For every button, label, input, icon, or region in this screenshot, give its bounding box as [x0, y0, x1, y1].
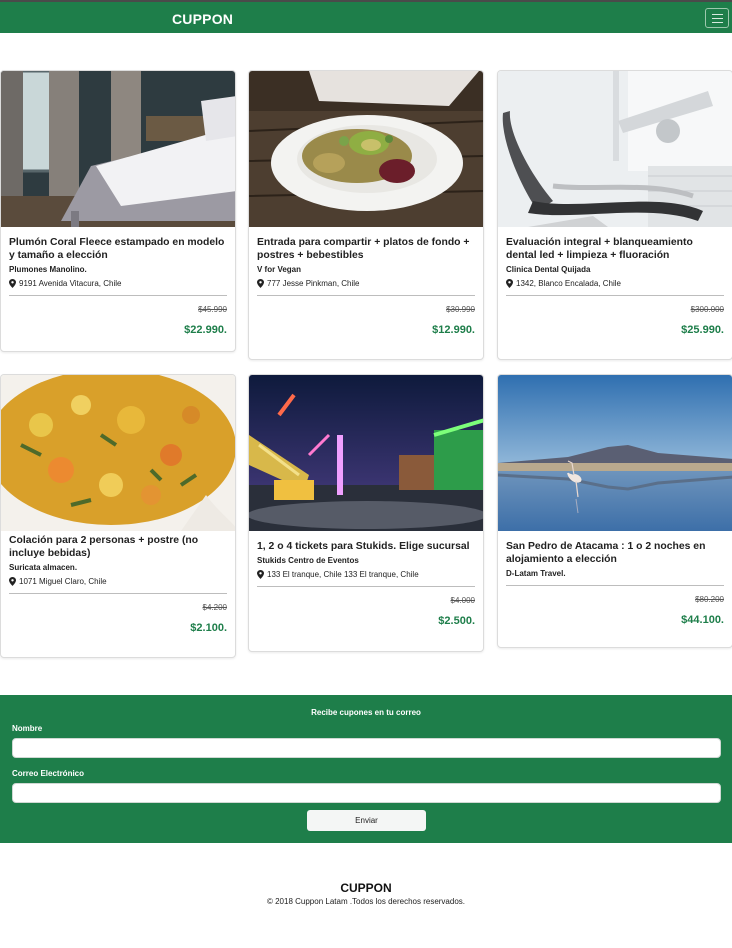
divider — [506, 295, 724, 296]
deal-price: $2.100. — [190, 622, 227, 634]
deal-title[interactable]: Plumón Coral Fleece estampado en modelo … — [9, 236, 227, 262]
address-text: 1342, Blanco Encalada, Chile — [516, 279, 621, 288]
newsletter-title: Recibe cupones en tu correo — [311, 708, 421, 717]
location-pin-icon — [257, 279, 264, 288]
hamburger-icon — [712, 14, 723, 15]
deal-address: 133 El tranque, Chile 133 El tranque, Ch… — [257, 570, 475, 579]
merchant-name: Clinica Dental Quijada — [506, 265, 591, 274]
divider — [257, 295, 475, 296]
original-price: $30.990 — [446, 305, 475, 314]
footer-copyright: © 2018 Cuppon Latam .Todos los derechos … — [266, 897, 465, 906]
fair-photo — [249, 375, 483, 531]
deal-card[interactable]: Evaluación integral + blanqueamiento den… — [497, 70, 732, 360]
deal-title[interactable]: Colación para 2 personas + postre (no in… — [9, 534, 227, 560]
dental-chair-photo — [498, 71, 732, 227]
email-label: Correo Electrónico — [12, 769, 85, 778]
deal-card[interactable]: Plumón Coral Fleece estampado en modelo … — [0, 70, 236, 352]
original-price: $45.990 — [198, 305, 227, 314]
address-text: 777 Jesse Pinkman, Chile — [267, 279, 360, 288]
merchant-name: D-Latam Travel. — [506, 569, 566, 578]
original-price: $4.200 — [202, 603, 227, 612]
deal-price: $22.990. — [184, 324, 227, 336]
deal-address: 1342, Blanco Encalada, Chile — [506, 279, 724, 288]
deal-title[interactable]: San Pedro de Atacama : 1 o 2 noches en a… — [506, 540, 724, 566]
deal-title[interactable]: 1, 2 o 4 tickets para Stukids. Elige suc… — [257, 540, 475, 553]
deal-price: $25.990. — [681, 324, 724, 336]
merchant-name: V for Vegan — [257, 265, 302, 274]
address-text: 9191 Avenida Vitacura, Chile — [19, 279, 122, 288]
stew-photo — [1, 375, 235, 531]
name-label: Nombre — [12, 724, 43, 733]
newsletter-section: Recibe cupones en tu correo Nombre Corre… — [0, 695, 732, 843]
address-text: 1071 Miguel Claro, Chile — [19, 577, 107, 586]
footer-brand: CUPPON — [340, 881, 392, 895]
merchant-name: Stukids Centro de Eventos — [257, 556, 359, 565]
deal-card[interactable]: Colación para 2 personas + postre (no in… — [0, 374, 236, 658]
bedroom-photo — [1, 71, 235, 227]
brand-logo[interactable]: CUPPON — [172, 11, 233, 27]
name-input[interactable] — [12, 738, 721, 758]
original-price: $300.000 — [690, 305, 724, 314]
location-pin-icon — [257, 570, 264, 579]
location-pin-icon — [506, 279, 513, 288]
merchant-name: Plumones Manolino. — [9, 265, 87, 274]
divider — [9, 593, 227, 594]
divider — [257, 586, 475, 587]
deal-address: 9191 Avenida Vitacura, Chile — [9, 279, 227, 288]
location-pin-icon — [9, 577, 16, 586]
top-navbar: CUPPON — [0, 0, 732, 33]
merchant-name: Suricata almacen. — [9, 563, 78, 572]
deal-address: 1071 Miguel Claro, Chile — [9, 577, 227, 586]
deal-price: $12.990. — [432, 324, 475, 336]
address-text: 133 El tranque, Chile 133 El tranque, Ch… — [267, 570, 419, 579]
original-price: $80.200 — [695, 595, 724, 604]
deal-title[interactable]: Entrada para compartir + platos de fondo… — [257, 236, 475, 262]
divider — [9, 295, 227, 296]
deal-card[interactable]: Entrada para compartir + platos de fondo… — [248, 70, 484, 360]
menu-toggle-button[interactable] — [705, 8, 729, 28]
flamingo-lake-photo — [498, 375, 732, 531]
deal-card[interactable]: 1, 2 o 4 tickets para Stukids. Elige suc… — [248, 374, 484, 652]
divider — [506, 585, 724, 586]
deal-address: 777 Jesse Pinkman, Chile — [257, 279, 475, 288]
original-price: $4.000 — [450, 596, 475, 605]
submit-button[interactable]: Enviar — [307, 810, 426, 831]
salad-photo — [249, 71, 483, 227]
email-input[interactable] — [12, 783, 721, 803]
deal-title[interactable]: Evaluación integral + blanqueamiento den… — [506, 236, 724, 262]
deal-price: $44.100. — [681, 614, 724, 626]
location-pin-icon — [9, 279, 16, 288]
deal-card[interactable]: San Pedro de Atacama : 1 o 2 noches en a… — [497, 374, 732, 648]
deal-price: $2.500. — [438, 615, 475, 627]
